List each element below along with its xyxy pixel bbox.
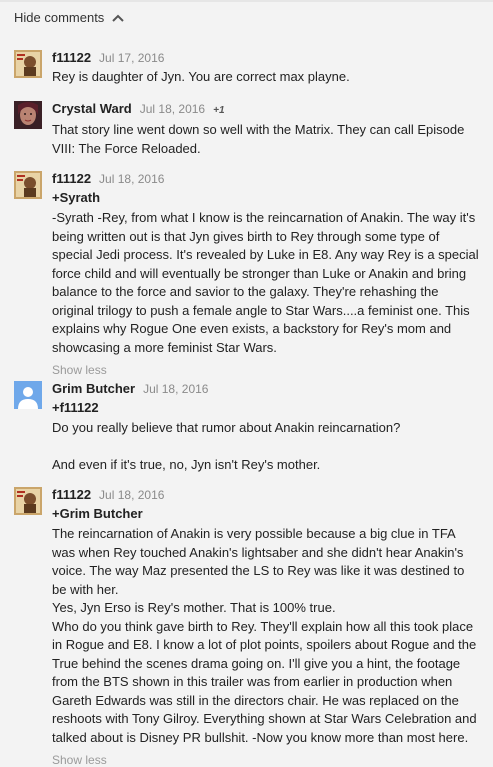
comment-line: Gareth Edwards was still in the director… (52, 692, 459, 708)
comment-line: in Rogue and E8. I know a lot of plot po… (52, 637, 477, 652)
reply-mention[interactable]: +f11122 (52, 399, 484, 417)
comment-line: be with her. (52, 581, 119, 597)
comment-line: being written out is that Jyn gives birt… (52, 228, 440, 244)
show-less-link[interactable]: Show less (52, 363, 484, 377)
comment-line: VIII: The Force Reloaded. (52, 140, 201, 156)
comment-line: was when Rey touched Anakin's lightsaber… (52, 544, 464, 560)
avatar-image (14, 101, 42, 129)
comment-line: reshoots with Tony Gilroy. Everything sh… (52, 711, 477, 726)
comment-line: voice. The way Maz presented the LS to R… (52, 563, 465, 578)
comment-date[interactable]: Jul 18, 2016 (143, 381, 208, 397)
default-avatar-icon (14, 381, 42, 409)
avatar[interactable] (14, 381, 42, 409)
avatar-image (14, 171, 42, 199)
comment-line: That story line went down so well with t… (52, 122, 465, 137)
comment-line: Rey is daughter of Jyn. You are correct … (52, 69, 350, 84)
comment-text: The reincarnation of Anakin is very poss… (52, 525, 484, 747)
comment-date[interactable]: Jul 17, 2016 (99, 50, 164, 66)
comment-text: Do you really believe that rumor about A… (52, 419, 484, 475)
comment-line: original trilogy to push a female angle … (52, 302, 470, 318)
chevron-up-icon (112, 14, 125, 22)
hide-comments-toggle[interactable]: Hide comments (14, 10, 125, 25)
avatar-image (14, 487, 42, 515)
comment-line: special Jedi process. It's revealed by L… (52, 247, 479, 262)
comment-author[interactable]: f11122 (52, 50, 91, 66)
comment-line: -Syrath -Rey, from what I know is the re… (52, 210, 476, 225)
avatar[interactable] (14, 487, 42, 515)
comment-line: Who do you think gave birth to Rey. They… (52, 618, 474, 634)
comment-line: explains why Rogue One even exists, a ba… (52, 321, 452, 336)
comment-date[interactable]: Jul 18, 2016 (99, 171, 164, 187)
comment-date[interactable]: Jul 18, 2016 (140, 101, 205, 117)
avatar[interactable] (14, 101, 42, 129)
comment-date[interactable]: Jul 18, 2016 (99, 487, 164, 503)
comment-author[interactable]: f11122 (52, 487, 91, 503)
avatar[interactable] (14, 171, 42, 199)
comment-author[interactable]: Crystal Ward (52, 101, 132, 117)
comment-line: showcasing a more feminist Star Wars. (52, 339, 277, 355)
comment-line: from the BTS shown in this trailer was f… (52, 674, 453, 689)
show-less-link[interactable]: Show less (52, 753, 484, 767)
divider (0, 0, 493, 2)
avatar[interactable] (14, 50, 42, 78)
reply-mention[interactable]: +Syrath (52, 189, 484, 207)
comment-text: Rey is daughter of Jyn. You are correct … (52, 68, 484, 87)
hide-comments-label: Hide comments (14, 10, 105, 25)
comment-line: force child and will eventually be stron… (52, 265, 467, 281)
comment-author[interactable]: f11122 (52, 171, 91, 187)
comment-line: Yes, Jyn Erso is Rey's mother. That is 1… (52, 600, 336, 615)
comment-text: -Syrath -Rey, from what I know is the re… (52, 209, 484, 357)
comment-line: The reincarnation of Anakin is very poss… (52, 526, 456, 541)
plus-one-count[interactable]: +1 (213, 103, 224, 119)
avatar-image (14, 50, 42, 78)
comment-line: True behind the scenes drama going on. I… (52, 655, 461, 671)
comment-line: And even if it's true, no, Jyn isn't Rey… (52, 457, 321, 472)
comment-line (52, 438, 484, 457)
reply-mention[interactable]: +Grim Butcher (52, 505, 484, 523)
comment-text: That story line went down so well with t… (52, 121, 484, 158)
comments-panel: Hide comments f11122 Jul 17, 2016 Rey is… (0, 0, 493, 767)
comment-author[interactable]: Grim Butcher (52, 381, 135, 397)
comment-line: Do you really believe that rumor about A… (52, 420, 401, 435)
comment-line: talked about is Disney PR bullshit. -Now… (52, 729, 469, 745)
comment-line: balance to the force and savior to the g… (52, 284, 439, 299)
